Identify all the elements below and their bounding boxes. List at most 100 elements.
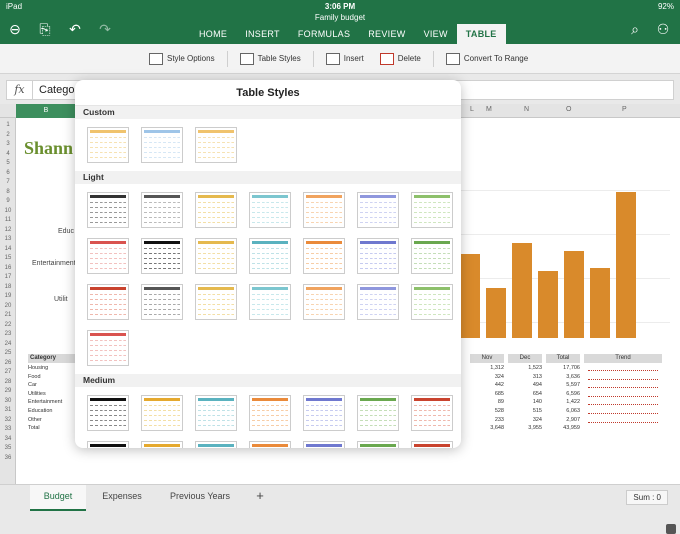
tab-review[interactable]: REVIEW [359, 24, 414, 44]
insert-button[interactable]: Insert [322, 52, 368, 65]
light-table-style[interactable] [411, 284, 453, 320]
custom-table-style[interactable] [141, 127, 183, 163]
light-table-style[interactable] [303, 192, 345, 228]
row-header[interactable]: 14 [0, 246, 16, 252]
light-table-style[interactable] [411, 192, 453, 228]
row-header[interactable]: 23 [0, 331, 16, 337]
light-table-style[interactable] [141, 238, 183, 274]
medium-table-style[interactable] [87, 395, 129, 431]
column-header-b[interactable]: B [16, 104, 76, 118]
row-header[interactable]: 7 [0, 179, 16, 185]
table-cell-dec[interactable]: 3,955 [508, 425, 542, 431]
table-cell-category[interactable]: Car [28, 382, 37, 388]
delete-button[interactable]: Delete [376, 52, 425, 65]
row-header[interactable]: 34 [0, 436, 16, 442]
table-cell-total[interactable]: 2,907 [546, 417, 580, 423]
column-header[interactable]: O [566, 106, 571, 113]
row-header[interactable]: 9 [0, 198, 16, 204]
light-table-style[interactable] [249, 284, 291, 320]
file-icon[interactable]: ⎘ [36, 20, 54, 38]
table-cell-total[interactable]: 17,706 [546, 365, 580, 371]
table-cell-dec[interactable]: 494 [508, 382, 542, 388]
row-header[interactable]: 15 [0, 255, 16, 261]
style-options-button[interactable]: Style Options [145, 52, 219, 65]
row-header[interactable]: 21 [0, 312, 16, 318]
add-sheet-button[interactable]: + [248, 485, 272, 511]
row-header[interactable]: 35 [0, 445, 16, 451]
row-header[interactable]: 26 [0, 360, 16, 366]
table-header-dec[interactable]: Dec [508, 354, 542, 363]
sheet-tab-previous-years[interactable]: Previous Years [158, 485, 242, 511]
custom-table-style[interactable] [195, 127, 237, 163]
tab-formulas[interactable]: FORMULAS [289, 24, 359, 44]
medium-table-style[interactable] [411, 395, 453, 431]
medium-table-style[interactable] [357, 395, 399, 431]
row-header[interactable]: 8 [0, 189, 16, 195]
light-table-style[interactable] [357, 238, 399, 274]
medium-table-style[interactable] [357, 441, 399, 448]
sheet-tab-budget[interactable]: Budget [30, 485, 86, 511]
light-table-style[interactable] [357, 192, 399, 228]
table-cell-total[interactable]: 6,596 [546, 391, 580, 397]
table-cell-dec[interactable]: 654 [508, 391, 542, 397]
column-header[interactable]: P [622, 106, 627, 113]
row-header[interactable]: 16 [0, 265, 16, 271]
medium-table-style[interactable] [141, 441, 183, 448]
medium-table-style[interactable] [87, 441, 129, 448]
fx-icon[interactable]: fx [7, 81, 33, 99]
table-cell-total[interactable]: 3,636 [546, 374, 580, 380]
table-cell-category[interactable]: Food [28, 374, 41, 380]
light-table-style[interactable] [249, 192, 291, 228]
row-header[interactable]: 24 [0, 341, 16, 347]
row-header[interactable]: 29 [0, 388, 16, 394]
tab-table[interactable]: TABLE [456, 24, 506, 44]
medium-table-style[interactable] [141, 395, 183, 431]
row-header[interactable]: 30 [0, 398, 16, 404]
light-table-style[interactable] [141, 284, 183, 320]
row-header[interactable]: 6 [0, 170, 16, 176]
row-header[interactable]: 5 [0, 160, 16, 166]
search-icon[interactable]: ⌕ [626, 20, 644, 38]
table-cell-nov[interactable]: 324 [470, 374, 504, 380]
row-header[interactable]: 12 [0, 227, 16, 233]
light-table-style[interactable] [87, 330, 129, 366]
row-header[interactable]: 10 [0, 208, 16, 214]
row-header[interactable]: 3 [0, 141, 16, 147]
row-header[interactable]: 4 [0, 151, 16, 157]
table-cell-nov[interactable]: 528 [470, 408, 504, 414]
table-header-nov[interactable]: Nov [470, 354, 504, 363]
row-header[interactable]: 32 [0, 417, 16, 423]
table-cell-total[interactable]: 43,959 [546, 425, 580, 431]
back-icon[interactable]: ⊖ [6, 20, 24, 38]
column-header[interactable]: L [470, 106, 474, 113]
light-table-style[interactable] [411, 238, 453, 274]
table-cell-category[interactable]: Other [28, 417, 42, 423]
row-header[interactable]: 2 [0, 132, 16, 138]
light-table-style[interactable] [195, 238, 237, 274]
row-header[interactable]: 28 [0, 379, 16, 385]
table-cell-dec[interactable]: 324 [508, 417, 542, 423]
tab-view[interactable]: VIEW [415, 24, 457, 44]
row-header[interactable]: 33 [0, 426, 16, 432]
medium-table-style[interactable] [195, 441, 237, 448]
table-cell-nov[interactable]: 89 [470, 399, 504, 405]
table-cell-total[interactable]: 1,422 [546, 399, 580, 405]
column-header[interactable]: N [524, 106, 529, 113]
table-cell-nov[interactable]: 442 [470, 382, 504, 388]
light-table-style[interactable] [141, 192, 183, 228]
table-cell-total[interactable]: 6,063 [546, 408, 580, 414]
convert-to-range-button[interactable]: Convert To Range [442, 52, 532, 65]
row-header[interactable]: 27 [0, 369, 16, 375]
table-cell-nov[interactable]: 233 [470, 417, 504, 423]
row-header[interactable]: 18 [0, 284, 16, 290]
medium-table-style[interactable] [411, 441, 453, 448]
row-header[interactable]: 31 [0, 407, 16, 413]
share-icon[interactable]: ⚇ [654, 20, 672, 38]
table-cell-dec[interactable]: 515 [508, 408, 542, 414]
table-cell-dec[interactable]: 313 [508, 374, 542, 380]
row-header[interactable]: 20 [0, 303, 16, 309]
table-cell-total[interactable]: 5,597 [546, 382, 580, 388]
table-cell-category[interactable]: Entertainment [28, 399, 62, 405]
light-table-style[interactable] [303, 238, 345, 274]
row-header[interactable]: 36 [0, 455, 16, 461]
